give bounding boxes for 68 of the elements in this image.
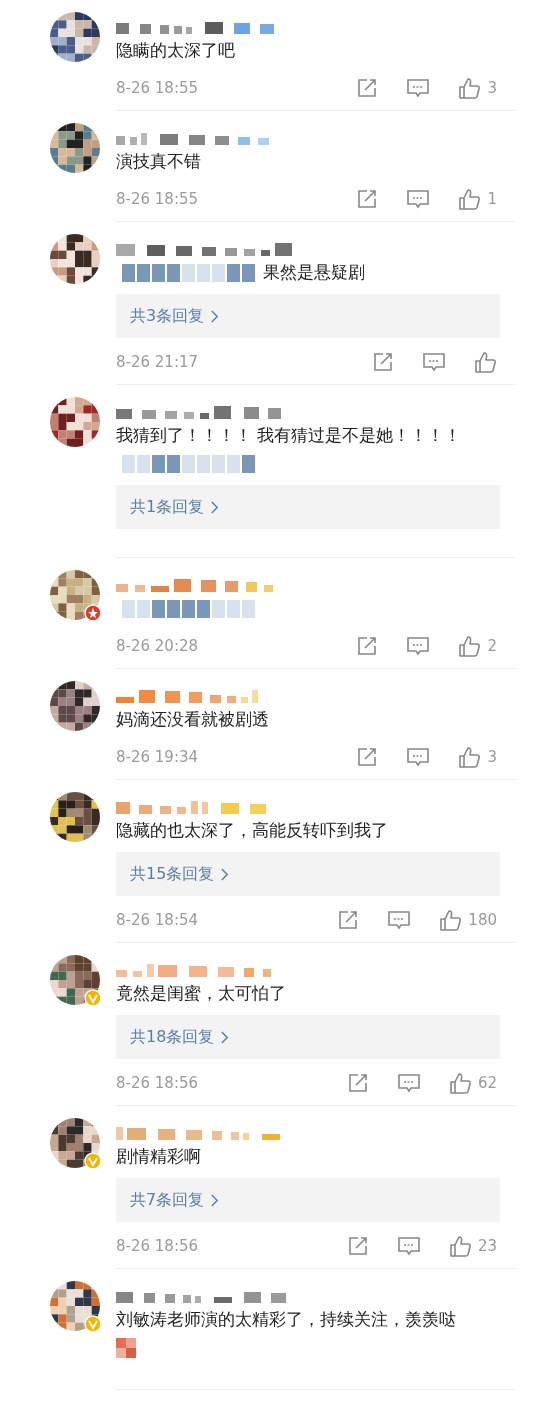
like-count: 23 xyxy=(477,1237,497,1255)
share-icon[interactable] xyxy=(356,746,379,768)
share-icon[interactable] xyxy=(372,351,394,373)
chevron-icon xyxy=(210,1193,220,1207)
comment-time: 8-26 21:17 xyxy=(116,353,200,371)
comment-icon[interactable] xyxy=(406,635,431,657)
comment-time: 8-26 18:55 xyxy=(116,79,200,97)
like-icon[interactable] xyxy=(439,908,463,932)
comment-text: 竟然是闺蜜，太可怕了 xyxy=(116,983,286,1003)
comment-time: 8-26 18:56 xyxy=(116,1237,200,1255)
replies-link[interactable]: 共7条回复 xyxy=(116,1178,500,1222)
comment-text: 我猜到了！！！！ 我有猜过是不是她！！！！ xyxy=(116,425,462,445)
replies-link[interactable]: 共18条回复 xyxy=(116,1015,500,1059)
like-count: 2 xyxy=(487,637,497,655)
avatar[interactable] xyxy=(50,1118,100,1168)
chevron-icon xyxy=(210,500,220,514)
comment-time: 8-26 20:28 xyxy=(116,637,200,655)
share-icon[interactable] xyxy=(356,188,379,210)
share-icon[interactable] xyxy=(346,1235,369,1257)
comment-time: 8-26 19:34 xyxy=(116,748,200,766)
avatar[interactable] xyxy=(50,792,100,842)
comment-icon[interactable] xyxy=(406,746,431,768)
avatar[interactable] xyxy=(50,681,100,731)
comment-text: 隐藏的也太深了，高能反转吓到我了 xyxy=(116,820,388,840)
share-icon[interactable] xyxy=(356,77,379,99)
like-icon[interactable] xyxy=(458,634,482,658)
like-icon[interactable] xyxy=(474,350,497,374)
like-icon[interactable] xyxy=(448,1234,472,1258)
like-icon[interactable] xyxy=(458,76,482,100)
share-icon[interactable] xyxy=(337,909,360,931)
comment-text: 果然是悬疑剧 xyxy=(263,262,365,282)
replies-link[interactable]: 共1条回复 xyxy=(116,485,500,529)
chevron-icon xyxy=(220,867,230,881)
comment-icon[interactable] xyxy=(422,351,446,373)
like-count: 62 xyxy=(477,1074,497,1092)
like-count: 180 xyxy=(468,911,497,929)
comment-text: 刘敏涛老师演的太精彩了，持续关注，羡羡哒 xyxy=(116,1309,456,1329)
comment-time: 8-26 18:54 xyxy=(116,911,200,929)
emoji-icon xyxy=(116,1338,136,1358)
avatar[interactable] xyxy=(50,1281,100,1331)
avatar[interactable] xyxy=(50,12,100,62)
comment-icon[interactable] xyxy=(396,1072,421,1094)
comment-time: 8-26 18:55 xyxy=(116,190,200,208)
share-icon[interactable] xyxy=(356,635,379,657)
like-icon[interactable] xyxy=(448,1071,472,1095)
avatar[interactable] xyxy=(50,955,100,1005)
comment-text: 演技真不错 xyxy=(116,151,201,171)
chevron-icon xyxy=(220,1030,230,1044)
replies-link[interactable]: 共3条回复 xyxy=(116,294,500,338)
share-icon[interactable] xyxy=(346,1072,369,1094)
comment-time: 8-26 18:56 xyxy=(116,1074,200,1092)
comment-text: 妈滴还没看就被剧透 xyxy=(116,709,269,729)
avatar[interactable] xyxy=(50,234,100,284)
replies-link[interactable]: 共15条回复 xyxy=(116,852,500,896)
comment-text: 隐瞒的太深了吧 xyxy=(116,40,235,60)
comment-icon[interactable] xyxy=(396,1235,421,1257)
like-count: 3 xyxy=(487,79,497,97)
chevron-icon xyxy=(210,309,220,323)
avatar[interactable] xyxy=(50,397,100,447)
avatar[interactable] xyxy=(50,123,100,173)
comment-text: 剧情精彩啊 xyxy=(116,1146,201,1166)
like-count: 3 xyxy=(487,748,497,766)
like-icon[interactable] xyxy=(458,187,482,211)
comment-icon[interactable] xyxy=(406,188,431,210)
like-count: 1 xyxy=(487,190,497,208)
like-icon[interactable] xyxy=(458,745,482,769)
comment-icon[interactable] xyxy=(387,909,412,931)
comment-icon[interactable] xyxy=(406,77,431,99)
